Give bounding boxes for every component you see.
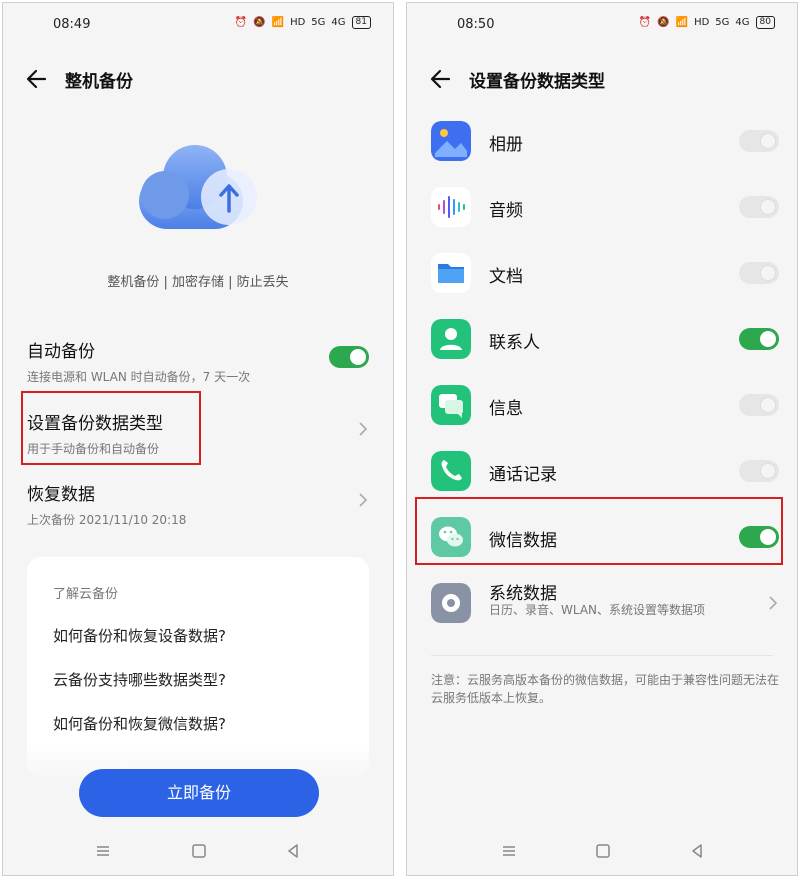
signal-5g: 5G	[311, 17, 326, 28]
audio-icon	[431, 187, 471, 227]
item-contacts[interactable]: 联系人	[431, 319, 779, 359]
phone-icon	[431, 451, 471, 491]
system-data-subtitle: 日历、录音、WLAN、系统设置等数据项	[489, 603, 706, 617]
back-icon[interactable]	[283, 841, 303, 861]
signal-5g: 5G	[715, 17, 730, 28]
page-title: 整机备份	[65, 72, 133, 92]
item-label: 音频	[489, 201, 523, 221]
settings-icon	[431, 583, 471, 623]
top-bar: 设置备份数据类型	[407, 61, 797, 99]
item-label: 通话记录	[489, 465, 557, 485]
item-gallery[interactable]: 相册	[431, 121, 779, 161]
data-type-screen: 08:50 ⏰ 🔕 📶 HD 5G 4G 80 设置备份数据类型 相册 音频 文…	[406, 2, 798, 876]
hd-label: HD	[290, 17, 306, 28]
item-label: 联系人	[489, 333, 540, 353]
back-icon[interactable]	[687, 841, 707, 861]
alarm-icon: ⏰	[234, 17, 248, 28]
battery-level: 81	[351, 16, 371, 29]
status-bar: 08:49 ⏰ 🔕 📶 HD 5G 4G 81	[3, 3, 393, 47]
audio-toggle[interactable]	[739, 196, 779, 218]
status-time: 08:50	[457, 17, 495, 32]
item-label: 信息	[489, 399, 523, 419]
tagline: 整机备份 | 加密存储 | 防止丢失	[107, 275, 289, 290]
signal-4g: 4G	[735, 17, 750, 28]
backup-now-button[interactable]: 立即备份	[79, 769, 319, 817]
item-audio[interactable]: 音频	[431, 187, 779, 227]
signal-4g: 4G	[331, 17, 346, 28]
item-call-log[interactable]: 通话记录	[431, 451, 779, 491]
highlight-box	[415, 497, 783, 565]
folder-icon	[431, 253, 471, 293]
auto-backup-row[interactable]: 自动备份 连接电源和 WLAN 时自动备份，7 天一次	[27, 337, 369, 385]
item-documents[interactable]: 文档	[431, 253, 779, 293]
menu-icon[interactable]	[93, 841, 113, 861]
call-log-toggle[interactable]	[739, 460, 779, 482]
cloud-upload-icon	[139, 145, 257, 229]
item-messages[interactable]: 信息	[431, 385, 779, 425]
wifi-icon: 📶	[675, 17, 689, 28]
mute-icon: 🔕	[657, 17, 670, 28]
chevron-right-icon	[359, 493, 368, 507]
chevron-right-icon	[769, 596, 778, 610]
item-label: 文档	[489, 267, 523, 287]
auto-backup-subtitle: 连接电源和 WLAN 时自动备份，7 天一次	[27, 370, 251, 384]
wifi-icon: 📶	[271, 17, 285, 28]
highlight-box	[21, 391, 201, 465]
status-time: 08:49	[53, 17, 91, 32]
auto-backup-toggle[interactable]	[329, 346, 369, 368]
nav-bar	[3, 829, 393, 875]
hd-label: HD	[694, 17, 710, 28]
learn-heading: 了解云备份	[53, 587, 119, 602]
nav-bar	[407, 829, 797, 875]
learn-link[interactable]: 云备份支持哪些数据类型?	[53, 669, 226, 690]
contacts-toggle[interactable]	[739, 328, 779, 350]
divider	[431, 655, 773, 656]
messages-icon	[431, 385, 471, 425]
chevron-right-icon	[359, 422, 368, 436]
item-system-data[interactable]: 系统数据 日历、录音、WLAN、系统设置等数据项	[431, 583, 779, 637]
gallery-icon	[431, 121, 471, 161]
messages-toggle[interactable]	[739, 394, 779, 416]
status-icons: ⏰ 🔕 📶 HD 5G 4G 80	[639, 16, 775, 29]
page-title: 设置备份数据类型	[469, 72, 605, 92]
status-icons: ⏰ 🔕 📶 HD 5G 4G 81	[235, 16, 371, 29]
mute-icon: 🔕	[253, 17, 266, 28]
restore-subtitle: 上次备份 2021/11/10 20:18	[27, 513, 187, 527]
home-icon[interactable]	[189, 841, 209, 861]
documents-toggle[interactable]	[739, 262, 779, 284]
status-bar: 08:50 ⏰ 🔕 📶 HD 5G 4G 80	[407, 3, 797, 47]
restore-row[interactable]: 恢复数据 上次备份 2021/11/10 20:18	[27, 480, 369, 528]
contacts-icon	[431, 319, 471, 359]
battery-level: 80	[755, 16, 775, 29]
home-icon[interactable]	[593, 841, 613, 861]
menu-icon[interactable]	[499, 841, 519, 861]
alarm-icon: ⏰	[638, 17, 652, 28]
learn-link[interactable]: 如何备份和恢复微信数据?	[53, 713, 226, 734]
auto-backup-title: 自动备份	[27, 342, 95, 362]
restore-title: 恢复数据	[27, 485, 95, 505]
top-bar: 整机备份	[3, 61, 393, 99]
back-arrow-icon[interactable]	[23, 65, 51, 93]
backup-screen: 08:49 ⏰ 🔕 📶 HD 5G 4G 81 整机备份 整机备份 | 加密存储…	[2, 2, 394, 876]
compatibility-note: 注意：云服务高版本备份的微信数据，可能由于兼容性问题无法在云服务低版本上恢复。	[431, 673, 780, 705]
learn-link[interactable]: 如何备份和恢复设备数据?	[53, 625, 226, 646]
gallery-toggle[interactable]	[739, 130, 779, 152]
item-label: 相册	[489, 135, 523, 155]
back-arrow-icon[interactable]	[427, 65, 455, 93]
